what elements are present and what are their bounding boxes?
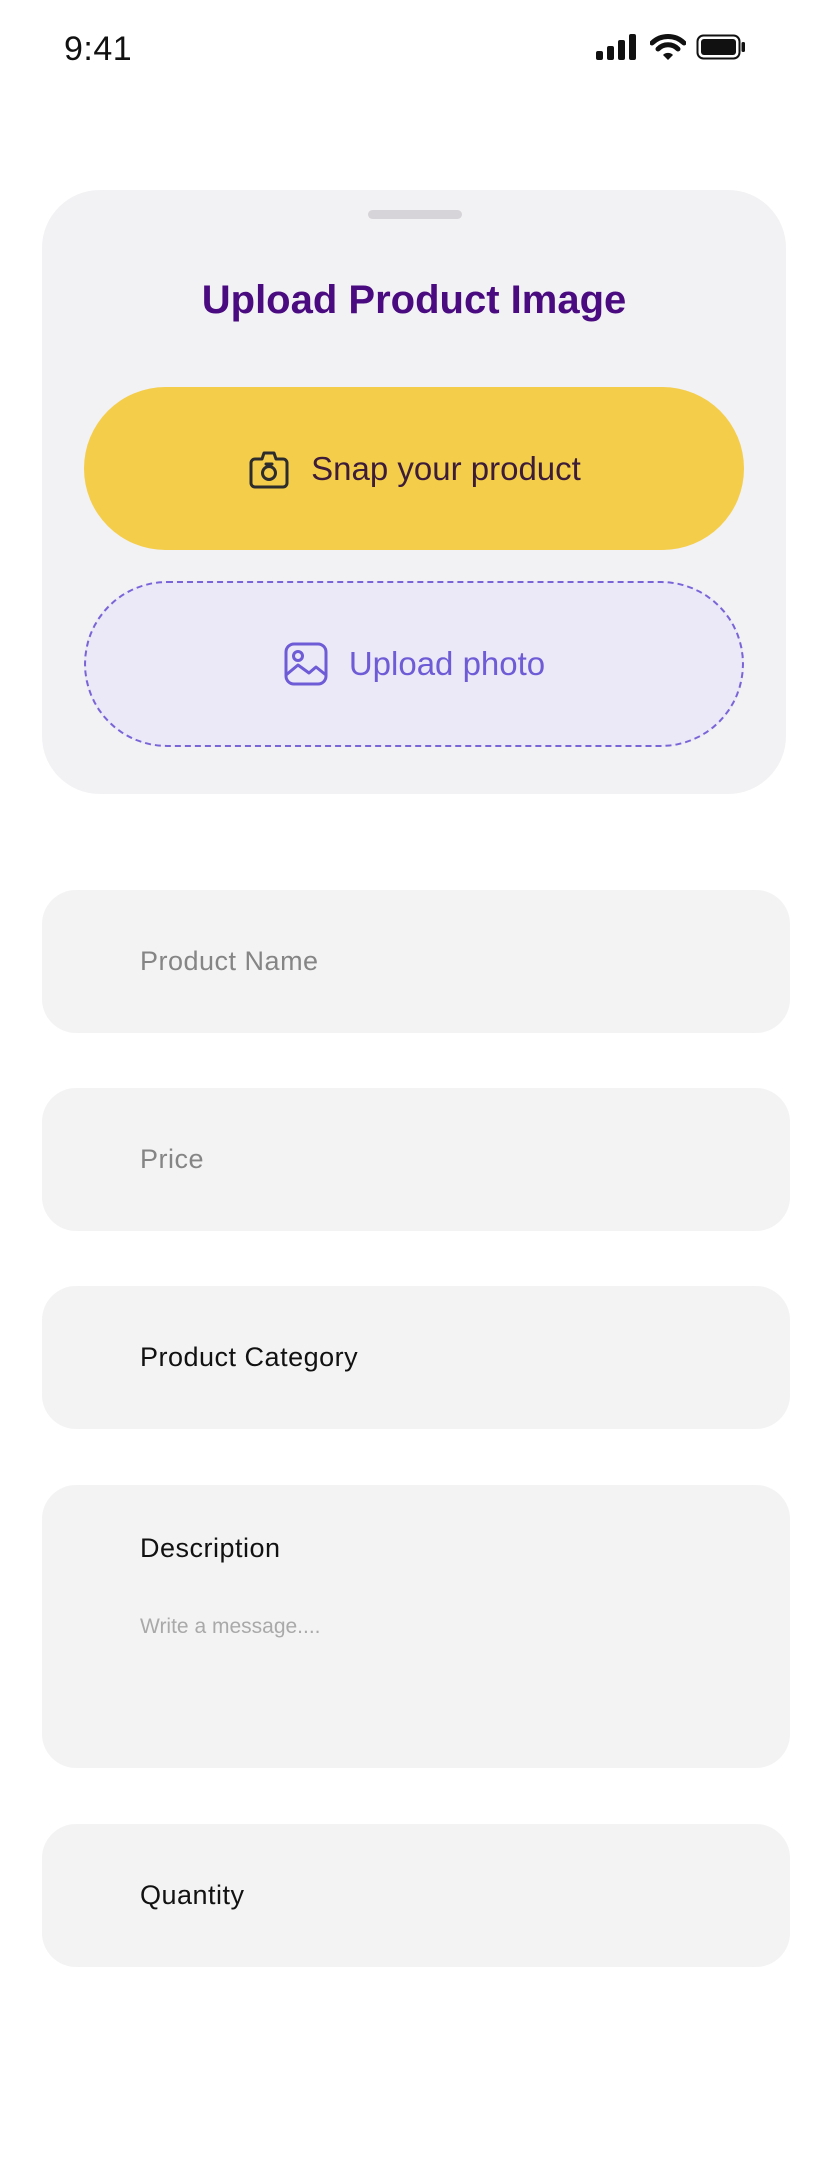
quantity-label: Quantity: [140, 1880, 245, 1910]
status-icons: [596, 34, 796, 62]
image-icon: [284, 642, 328, 686]
signal-icon: [596, 34, 636, 60]
sheet-drag-handle[interactable]: [368, 210, 462, 219]
product-name-field[interactable]: Product Name: [42, 890, 790, 1033]
snap-product-button[interactable]: Snap your product: [84, 387, 744, 550]
upload-photo-button[interactable]: Upload photo: [84, 581, 744, 747]
snap-button-label: Snap your product: [311, 449, 581, 487]
quantity-field[interactable]: Quantity: [42, 1824, 790, 1967]
sheet-title: Upload Product Image: [201, 278, 627, 322]
price-field[interactable]: Price: [42, 1088, 790, 1231]
status-time: 9:41: [64, 30, 133, 68]
product-category-label: Product Category: [140, 1342, 359, 1372]
upload-sheet: Upload Product Image Snap your product U…: [42, 190, 786, 794]
description-placeholder: Write a message....: [140, 1615, 321, 1638]
camera-icon: [249, 451, 289, 488]
description-label: Description: [140, 1533, 281, 1563]
upload-button-label: Upload photo: [348, 645, 546, 682]
battery-icon: [696, 34, 745, 60]
wifi-icon: [650, 34, 686, 60]
price-placeholder: Price: [140, 1144, 205, 1174]
product-category-field[interactable]: Product Category: [42, 1286, 790, 1429]
product-name-placeholder: Product Name: [140, 946, 319, 976]
description-field[interactable]: Description Write a message....: [42, 1485, 790, 1768]
